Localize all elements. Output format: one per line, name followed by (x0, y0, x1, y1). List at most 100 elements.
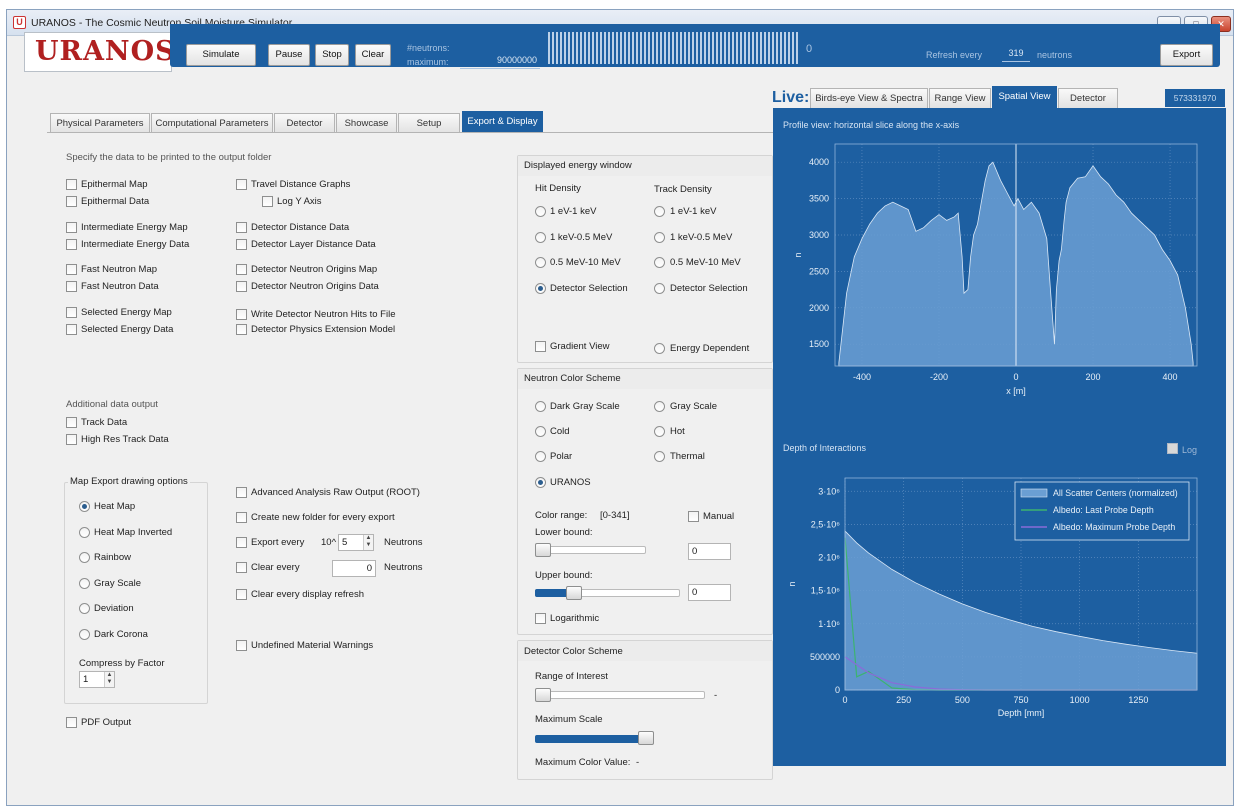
rainbow-label: Rainbow (94, 552, 131, 563)
origins-data-checkbox[interactable] (236, 281, 247, 292)
track-detector-selection-radio[interactable] (654, 283, 665, 294)
range-interest-slider[interactable] (535, 691, 705, 699)
refresh-label: Refresh every (926, 50, 983, 60)
detector-layer-checkbox[interactable] (236, 239, 247, 250)
y-tick-label: 2000 (809, 303, 829, 313)
export-button[interactable]: Export (1160, 44, 1213, 66)
track-data-checkbox[interactable] (66, 417, 77, 428)
hot-radio[interactable] (654, 426, 665, 437)
clear-every-label: Clear every (251, 562, 300, 573)
hit-mev-radio[interactable] (535, 257, 546, 268)
max-scale-handle[interactable] (638, 731, 654, 745)
lower-bound-slider[interactable] (535, 546, 646, 554)
hit-detector-selection-radio[interactable] (535, 283, 546, 294)
thermal-radio[interactable] (654, 451, 665, 462)
tab-export-display[interactable]: Export & Display (462, 111, 543, 133)
uranos-radio[interactable] (535, 477, 546, 488)
tab-range-view[interactable]: Range View (929, 88, 991, 108)
stop-button[interactable]: Stop (315, 44, 349, 66)
hit-kev-mev-radio[interactable] (535, 232, 546, 243)
log-checkbox[interactable] (1167, 443, 1178, 454)
hit-mev-label: 0.5 MeV-10 MeV (550, 257, 621, 268)
lower-bound-handle[interactable] (535, 543, 551, 557)
tab-birds-eye[interactable]: Birds-eye View & Spectra (810, 88, 928, 108)
range-interest-handle[interactable] (535, 688, 551, 702)
undefined-warnings-checkbox[interactable] (236, 640, 247, 651)
compress-spinbox[interactable]: 1 ▲ ▼ (79, 671, 115, 688)
track-ev-kev-radio[interactable] (654, 206, 665, 217)
track-mev-radio[interactable] (654, 257, 665, 268)
legend-label-albedo-last: Albedo: Last Probe Depth (1053, 505, 1154, 515)
legend-label-scatter: All Scatter Centers (normalized) (1053, 488, 1178, 498)
deviation-radio[interactable] (79, 603, 90, 614)
physics-extension-checkbox[interactable] (236, 324, 247, 335)
dark-gray-radio[interactable] (535, 401, 546, 412)
clear-button[interactable]: Clear (355, 44, 391, 66)
export-every-checkbox[interactable] (236, 537, 247, 548)
progress-bar (548, 32, 800, 64)
detector-color-title: Detector Color Scheme (524, 646, 623, 657)
high-res-track-checkbox[interactable] (66, 434, 77, 445)
refresh-input[interactable]: 319 (1002, 48, 1030, 62)
additional-heading: Additional data output (66, 399, 158, 410)
heat-map-inverted-radio[interactable] (79, 527, 90, 538)
tab-live-detector[interactable]: Detector (1058, 88, 1118, 108)
app-icon: U (13, 16, 26, 29)
track-kev-mev-radio[interactable] (654, 232, 665, 243)
clear-every-checkbox[interactable] (236, 562, 247, 573)
advanced-raw-checkbox[interactable] (236, 487, 247, 498)
new-folder-checkbox[interactable] (236, 512, 247, 523)
selected-data-checkbox[interactable] (66, 324, 77, 335)
selected-map-checkbox[interactable] (66, 307, 77, 318)
tab-physical-parameters[interactable]: Physical Parameters (50, 113, 150, 133)
energy-dependent-radio[interactable] (654, 343, 665, 354)
origins-map-checkbox[interactable] (236, 264, 247, 275)
manual-checkbox[interactable] (688, 511, 699, 522)
y-tick-label: 4000 (809, 157, 829, 167)
polar-radio[interactable] (535, 451, 546, 462)
y-tick-label: 0 (835, 685, 840, 695)
tab-spatial-view[interactable]: Spatial View (992, 86, 1057, 108)
clear-refresh-checkbox[interactable] (236, 589, 247, 600)
dark-corona-radio[interactable] (79, 629, 90, 640)
origins-data-label: Detector Neutron Origins Data (251, 281, 379, 292)
hit-ev-kev-radio[interactable] (535, 206, 546, 217)
detector-distance-checkbox[interactable] (236, 222, 247, 233)
fast-data-checkbox[interactable] (66, 281, 77, 292)
travel-distance-checkbox[interactable] (236, 179, 247, 190)
upper-bound-input[interactable]: 0 (688, 584, 731, 601)
logarithmic-checkbox[interactable] (535, 613, 546, 624)
gray-scale-radio[interactable] (79, 578, 90, 589)
export-every-spinbox[interactable]: 5 ▲ ▼ (338, 534, 374, 551)
epithermal-map-checkbox[interactable] (66, 179, 77, 190)
gradient-view-checkbox[interactable] (535, 341, 546, 352)
tab-setup[interactable]: Setup (398, 113, 460, 133)
intermediate-map-checkbox[interactable] (66, 222, 77, 233)
intermediate-data-checkbox[interactable] (66, 239, 77, 250)
color-range-value: [0-341] (600, 510, 630, 521)
maximum-input[interactable]: 90000000 (460, 55, 540, 69)
max-scale-slider[interactable] (535, 735, 647, 743)
tab-showcase[interactable]: Showcase (336, 113, 397, 133)
epithermal-data-checkbox[interactable] (66, 196, 77, 207)
fast-map-checkbox[interactable] (66, 264, 77, 275)
tab-detector[interactable]: Detector (274, 113, 335, 133)
write-hits-checkbox[interactable] (236, 309, 247, 320)
cold-radio[interactable] (535, 426, 546, 437)
uranos-label: URANOS (550, 477, 591, 488)
simulate-button[interactable]: Simulate (186, 44, 256, 66)
clear-every-input[interactable]: 0 (332, 560, 376, 577)
y-tick-label: 500000 (810, 652, 840, 662)
upper-bound-handle[interactable] (566, 586, 582, 600)
fast-map-label: Fast Neutron Map (81, 264, 158, 275)
gray-scale-color-radio[interactable] (654, 401, 665, 412)
pause-button[interactable]: Pause (268, 44, 310, 66)
rainbow-radio[interactable] (79, 552, 90, 563)
lower-bound-input[interactable]: 0 (688, 543, 731, 560)
tab-computational-parameters[interactable]: Computational Parameters (151, 113, 273, 133)
cold-label: Cold (550, 426, 570, 437)
heat-map-radio[interactable] (79, 501, 90, 512)
pdf-output-checkbox[interactable] (66, 717, 77, 728)
gradient-view-label: Gradient View (550, 341, 610, 352)
log-y-axis-checkbox[interactable] (262, 196, 273, 207)
